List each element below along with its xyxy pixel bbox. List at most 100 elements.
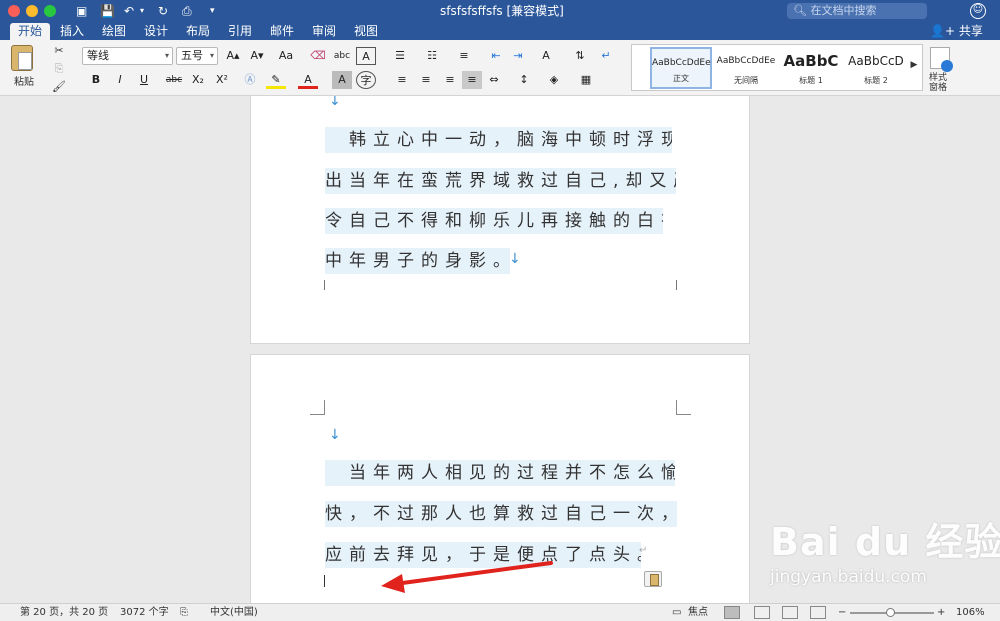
text-line[interactable]: 快，不过那人也算救过自己一次，理 xyxy=(325,501,677,527)
style-heading-1[interactable]: AaBbC 标题 1 xyxy=(780,47,842,89)
font-name-value: 等线 xyxy=(87,49,109,62)
language[interactable]: 中文(中国) xyxy=(210,606,258,620)
document-canvas[interactable]: ↓ 韩立心中一动，脑海中顿时浮现 出当年在蛮荒界域救过自己,却又严 令自己不得和… xyxy=(0,96,1000,603)
zoom-window-button[interactable] xyxy=(44,5,56,17)
tab-layout[interactable]: 布局 xyxy=(178,23,218,40)
text-effects-icon[interactable]: Ⓐ xyxy=(240,71,260,89)
tab-insert[interactable]: 插入 xyxy=(52,23,92,40)
justify-icon[interactable]: ≡ xyxy=(462,71,482,89)
close-window-button[interactable] xyxy=(8,5,20,17)
redo-icon[interactable]: ↻ xyxy=(158,3,168,19)
text-line[interactable]: 韩立心中一动，脑海中顿时浮现 xyxy=(325,127,672,153)
save-icon[interactable]: 💾 xyxy=(100,3,115,19)
print-layout-view-button[interactable] xyxy=(724,606,740,619)
zoom-slider-thumb[interactable] xyxy=(886,608,895,617)
print-icon[interactable]: ⎙ xyxy=(182,3,192,19)
bullets-icon[interactable]: ☰ xyxy=(390,47,410,65)
styles-pane-icon[interactable] xyxy=(930,47,953,72)
title-bar: ▣ 💾 ↶ ▾ ↻ ⎙ ▾ sfsfsfsffsfs [兼容模式] 🔍︎ 在文档… xyxy=(0,0,1000,22)
text-line[interactable]: 令自己不得和柳乐儿再接触的白衣 xyxy=(325,208,663,234)
numbering-icon[interactable]: ☷ xyxy=(422,47,442,65)
share-button[interactable]: 👤+ 共享 xyxy=(930,23,983,40)
format-painter-icon[interactable]: 🖌︎ xyxy=(52,78,66,96)
copy-icon[interactable]: ⎘ xyxy=(52,60,66,78)
proofing-icon[interactable]: ⎘ xyxy=(180,606,188,620)
strikethrough-button[interactable]: abc xyxy=(164,71,184,89)
gallery-more-icon[interactable]: ▶ xyxy=(909,56,919,74)
change-case-button[interactable]: Aa xyxy=(276,47,296,65)
draft-view-button[interactable] xyxy=(810,606,826,619)
tab-draw[interactable]: 绘图 xyxy=(94,23,134,40)
text-line[interactable]: 出当年在蛮荒界域救过自己,却又严 xyxy=(325,168,676,194)
char-shading-button[interactable]: A xyxy=(332,71,352,89)
align-right-icon[interactable]: ≡ xyxy=(440,71,460,89)
asian-layout-icon[interactable]: A xyxy=(536,47,556,65)
style-preview: AaBbCcDdEe xyxy=(652,58,711,68)
tab-mailings[interactable]: 邮件 xyxy=(262,23,302,40)
zoom-level[interactable]: 106% xyxy=(956,606,985,620)
tab-design[interactable]: 设计 xyxy=(136,23,176,40)
style-normal[interactable]: AaBbCcDdEe 正文 xyxy=(650,47,712,89)
shading-icon[interactable]: ◈ xyxy=(544,71,564,89)
bold-button[interactable]: B xyxy=(86,71,106,89)
borders-icon[interactable]: ▦ xyxy=(576,71,596,89)
tab-references[interactable]: 引用 xyxy=(220,23,260,40)
focus-label[interactable]: 焦点 xyxy=(688,606,708,620)
word-count[interactable]: 3072 个字 xyxy=(120,606,169,620)
align-center-icon[interactable]: ≡ xyxy=(416,71,436,89)
phonetic-guide-button[interactable]: abc xyxy=(332,47,352,65)
font-name-select[interactable]: 等线 ▾ xyxy=(82,47,173,65)
style-heading-2[interactable]: AaBbCcD 标题 2 xyxy=(845,47,907,89)
distributed-icon[interactable]: ⇔ xyxy=(484,71,504,89)
style-name: 标题 1 xyxy=(799,76,823,85)
increase-indent-icon[interactable]: ⇥ xyxy=(508,47,528,65)
superscript-button[interactable]: X² xyxy=(212,71,232,89)
outline-view-button[interactable] xyxy=(782,606,798,619)
tab-view[interactable]: 视图 xyxy=(346,23,386,40)
zoom-out-button[interactable]: − xyxy=(838,606,846,620)
style-no-spacing[interactable]: AaBbCcDdEe 无间隔 xyxy=(715,47,777,89)
underline-button[interactable]: U xyxy=(134,71,154,89)
show-marks-icon[interactable]: ↵ xyxy=(596,47,616,65)
paragraph-down-mark: ↓ xyxy=(329,427,341,443)
align-left-icon[interactable]: ≡ xyxy=(392,71,412,89)
cut-icon[interactable]: ✂ xyxy=(52,42,66,60)
sort-icon[interactable]: ⇅ xyxy=(570,47,590,65)
decrease-indent-icon[interactable]: ⇤ xyxy=(486,47,506,65)
web-layout-view-button[interactable] xyxy=(754,606,770,619)
tab-review[interactable]: 审阅 xyxy=(304,23,344,40)
font-size-value: 五号 xyxy=(181,49,203,62)
page-count[interactable]: 第 20 页，共 20 页 xyxy=(20,606,108,620)
multilevel-list-icon[interactable]: ≡ xyxy=(454,47,474,65)
font-size-select[interactable]: 五号 ▾ xyxy=(176,47,218,65)
undo-icon[interactable]: ↶ xyxy=(124,3,134,19)
status-bar: 第 20 页，共 20 页 3072 个字 ⎘ 中文(中国) ▭ 焦点 − + … xyxy=(0,603,1000,621)
shrink-font-button[interactable]: A▾ xyxy=(247,47,267,65)
text-line[interactable]: 应前去拜见，于是便点了点头。 xyxy=(325,542,641,568)
customize-toolbar-icon[interactable]: ▾ xyxy=(210,3,215,19)
enclose-chars-button[interactable]: 字 xyxy=(356,71,376,89)
line-spacing-icon[interactable]: ↕ xyxy=(514,71,534,89)
minimize-window-button[interactable] xyxy=(26,5,38,17)
feedback-smiley-icon[interactable]: ☺ xyxy=(970,3,986,19)
grow-font-button[interactable]: A▴ xyxy=(223,47,243,65)
search-input[interactable]: 🔍︎ 在文档中搜索 xyxy=(787,3,927,19)
subscript-button[interactable]: X₂ xyxy=(188,71,208,89)
paste-options-icon[interactable] xyxy=(644,571,662,587)
sidebar-icon[interactable]: ▣ xyxy=(76,3,87,19)
chevron-down-icon: ▾ xyxy=(164,51,169,60)
focus-icon[interactable]: ▭ xyxy=(672,606,681,620)
text-line[interactable]: 当年两人相见的过程并不怎么愉 xyxy=(325,460,675,486)
text-line[interactable]: 中年男子的身影。 xyxy=(325,248,510,274)
highlight-icon[interactable]: ✎ xyxy=(266,71,286,89)
font-color-button[interactable]: A xyxy=(298,71,318,89)
paste-icon[interactable] xyxy=(11,45,33,71)
undo-dropdown-icon[interactable]: ▾ xyxy=(140,3,144,19)
italic-button[interactable]: I xyxy=(110,71,130,89)
clear-formatting-icon[interactable]: ⌫ xyxy=(308,47,328,65)
search-icon: 🔍︎ xyxy=(793,4,811,17)
char-border-button[interactable]: A xyxy=(356,47,376,65)
tab-home[interactable]: 开始 xyxy=(10,23,51,40)
zoom-in-button[interactable]: + xyxy=(937,606,945,620)
paragraph-return-mark: ↵ xyxy=(639,545,648,556)
